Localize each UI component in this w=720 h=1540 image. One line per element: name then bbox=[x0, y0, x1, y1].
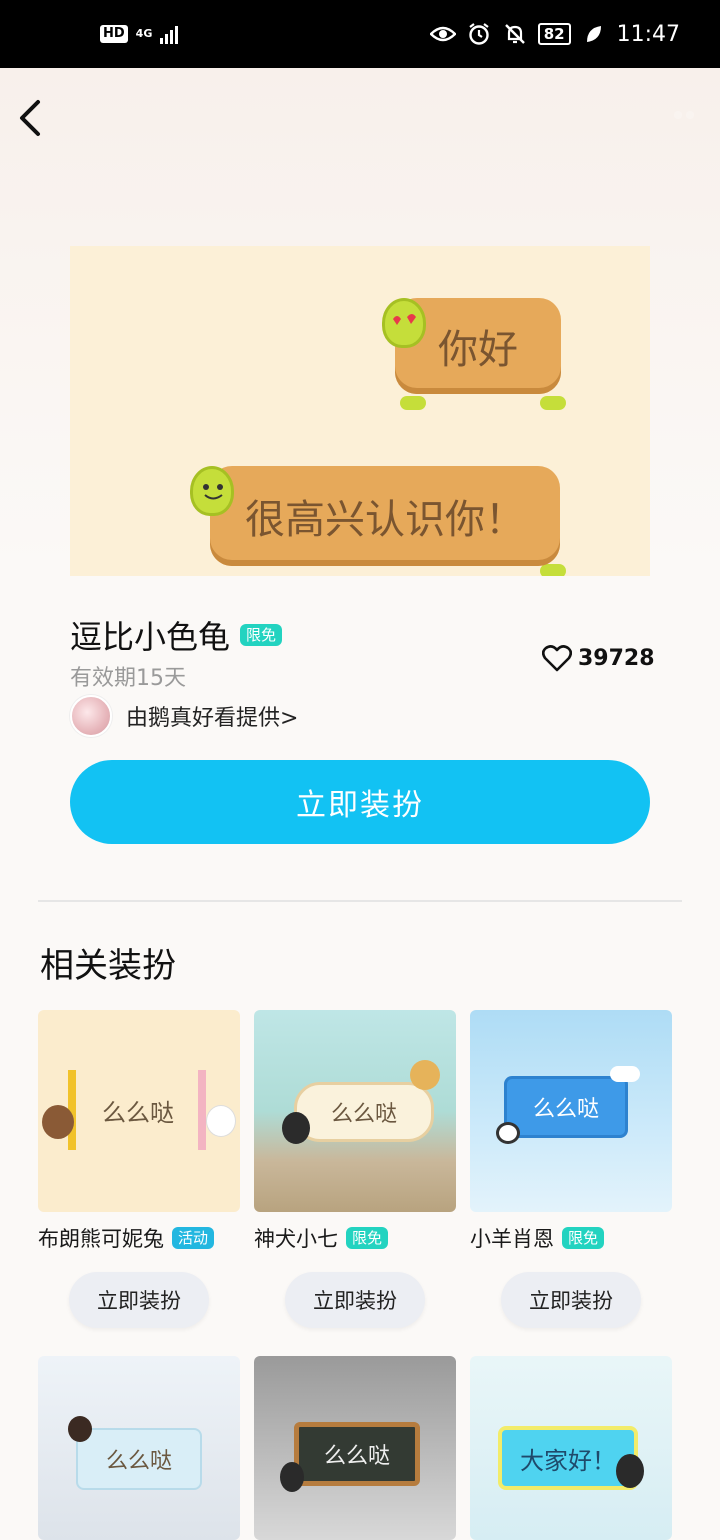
related-card[interactable]: 么么哒 小羊肖恩 限免 立即装扮 bbox=[470, 1010, 672, 1328]
related-card[interactable]: 么么哒 bbox=[254, 1356, 456, 1540]
bubble-preview: 你好 很高兴认识你！ bbox=[70, 246, 650, 576]
item-title-row: 逗比小色龟 限免 bbox=[70, 612, 283, 658]
related-thumbnail: 么么哒 bbox=[254, 1356, 456, 1540]
related-apply-button[interactable]: 立即装扮 bbox=[501, 1272, 641, 1328]
thumb-text: 么么哒 bbox=[76, 1428, 202, 1490]
apply-button[interactable]: 立即装扮 bbox=[70, 760, 650, 844]
thumb-text: 么么哒 bbox=[504, 1076, 628, 1138]
validity-text: 有效期15天 bbox=[70, 666, 186, 691]
related-apply-button[interactable]: 立即装扮 bbox=[69, 1272, 209, 1328]
divider bbox=[38, 900, 682, 902]
related-name: 神犬小七 bbox=[254, 1227, 338, 1251]
status-right: 82 11:47 bbox=[429, 21, 680, 47]
related-card[interactable]: 大家好！ bbox=[470, 1356, 672, 1540]
more-icon[interactable] bbox=[672, 106, 704, 126]
activity-tag: 活动 bbox=[172, 1227, 215, 1249]
hd-badge: HD bbox=[100, 25, 128, 43]
related-card[interactable]: 么么哒 布朗熊可妮兔 活动 立即装扮 bbox=[38, 1010, 240, 1328]
person-icon bbox=[616, 1454, 644, 1488]
clock: 11:47 bbox=[616, 21, 680, 47]
battery-indicator: 82 bbox=[537, 23, 571, 45]
signal-icon bbox=[160, 24, 179, 44]
related-thumbnail: 么么哒 bbox=[38, 1356, 240, 1540]
related-apply-button[interactable]: 立即装扮 bbox=[285, 1272, 425, 1328]
mute-bell-icon bbox=[502, 21, 528, 47]
sheep-icon bbox=[496, 1122, 520, 1144]
turtle-leg bbox=[540, 396, 566, 410]
eye-icon bbox=[429, 21, 456, 47]
status-left: HD 4G bbox=[100, 24, 179, 44]
thumb-text: 么么哒 bbox=[102, 1098, 174, 1127]
rabbit-icon bbox=[206, 1105, 236, 1137]
thumb-text: 么么哒 bbox=[294, 1082, 434, 1142]
related-thumbnail: 么么哒 bbox=[470, 1010, 672, 1212]
like-button[interactable]: 39728 bbox=[542, 644, 655, 672]
bear-icon bbox=[42, 1105, 74, 1139]
free-tag: 限免 bbox=[240, 624, 283, 646]
heart-icon bbox=[542, 645, 572, 672]
item-title: 逗比小色龟 bbox=[70, 618, 231, 656]
free-tag: 限免 bbox=[346, 1227, 389, 1249]
provider-text: 由鹅真好看提供> bbox=[126, 706, 299, 731]
chevron-left-icon bbox=[20, 100, 40, 136]
turtle-leg bbox=[540, 564, 566, 576]
cloud-icon bbox=[610, 1066, 640, 1082]
related-card[interactable]: 么么哒 bbox=[38, 1356, 240, 1540]
dog-icon bbox=[410, 1060, 440, 1090]
provider-link[interactable]: 由鹅真好看提供> bbox=[70, 695, 298, 737]
thumb-text: 大家好！ bbox=[498, 1426, 638, 1490]
section-title: 相关装扮 bbox=[40, 946, 176, 986]
thumb-text: 么么哒 bbox=[294, 1422, 420, 1486]
person-icon bbox=[68, 1416, 92, 1442]
turtle-leg bbox=[400, 396, 426, 410]
related-thumbnail: 么么哒 bbox=[254, 1010, 456, 1212]
person-icon bbox=[282, 1112, 310, 1144]
provider-avatar bbox=[70, 695, 112, 737]
alarm-icon bbox=[466, 21, 492, 47]
related-name: 布朗熊可妮兔 bbox=[38, 1227, 164, 1251]
related-name: 小羊肖恩 bbox=[470, 1227, 554, 1251]
preview-bubble-greeting: 很高兴认识你！ bbox=[210, 466, 560, 566]
related-thumbnail: 大家好！ bbox=[470, 1356, 672, 1540]
turtle-head-icon bbox=[382, 298, 426, 348]
leaf-icon bbox=[581, 21, 607, 47]
status-bar: HD 4G 82 11:47 bbox=[0, 0, 720, 68]
person-icon bbox=[280, 1462, 304, 1492]
related-thumbnail: 么么哒 bbox=[38, 1010, 240, 1212]
like-count: 39728 bbox=[578, 645, 655, 671]
back-button[interactable] bbox=[12, 96, 52, 140]
related-card[interactable]: 么么哒 神犬小七 限免 立即装扮 bbox=[254, 1010, 456, 1328]
free-tag: 限免 bbox=[562, 1227, 605, 1249]
network-type: 4G bbox=[135, 27, 153, 40]
turtle-head-icon bbox=[190, 466, 234, 516]
